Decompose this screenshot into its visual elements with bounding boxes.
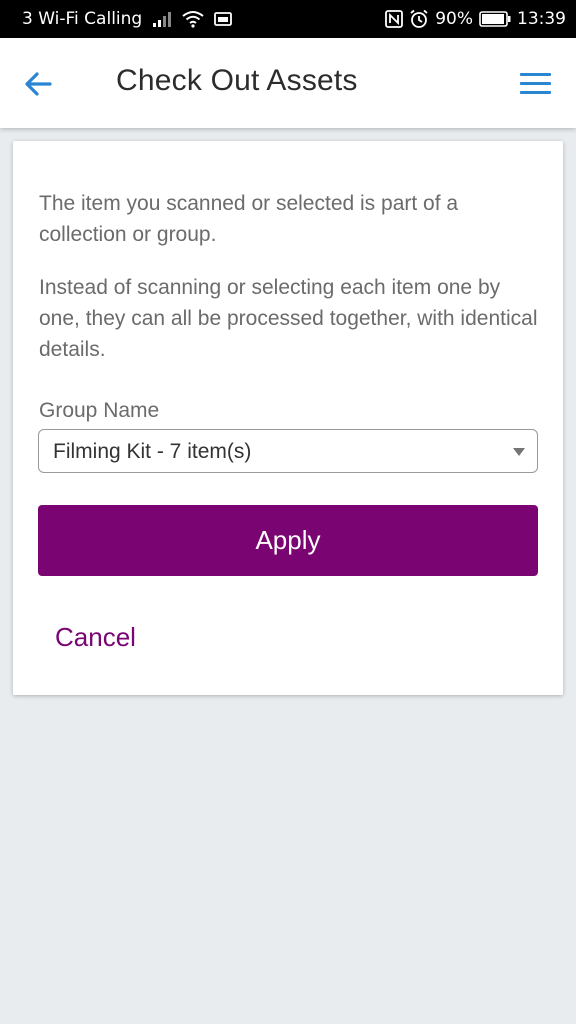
apply-button[interactable]: Apply <box>38 505 538 576</box>
battery-icon <box>479 11 511 27</box>
status-bar: 3 Wi-Fi Calling 90% 13:39 <box>0 0 576 38</box>
page-title: Check Out Assets <box>116 64 358 97</box>
group-processing-text: Instead of scanning or selecting each it… <box>39 276 538 361</box>
collection-notice-text: The item you scanned or selected is part… <box>39 192 459 246</box>
status-right: 90% 13:39 <box>385 9 566 29</box>
alarm-icon <box>409 9 429 29</box>
sim-card-icon <box>214 11 233 27</box>
app-header: Check Out Assets <box>0 38 576 128</box>
battery-percent: 90% <box>435 9 473 29</box>
signal-icon <box>152 11 172 27</box>
back-button[interactable] <box>20 66 56 102</box>
arrow-left-icon <box>20 72 56 106</box>
nfc-icon <box>385 10 404 28</box>
wifi-icon <box>182 10 204 28</box>
dropdown-arrow-icon <box>513 448 525 456</box>
cancel-button[interactable]: Cancel <box>55 622 136 653</box>
group-select-value: Filming Kit - 7 item(s) <box>53 440 252 463</box>
group-name-label: Group Name <box>39 399 160 422</box>
clock: 13:39 <box>517 9 566 29</box>
hamburger-menu-icon <box>516 73 556 106</box>
carrier-label: 3 Wi-Fi Calling <box>22 9 143 29</box>
status-left: 3 Wi-Fi Calling <box>22 9 233 29</box>
menu-button[interactable] <box>516 66 556 102</box>
group-name-select[interactable]: Filming Kit - 7 item(s) <box>38 429 538 473</box>
group-checkout-card: The item you scanned or selected is part… <box>13 141 563 695</box>
